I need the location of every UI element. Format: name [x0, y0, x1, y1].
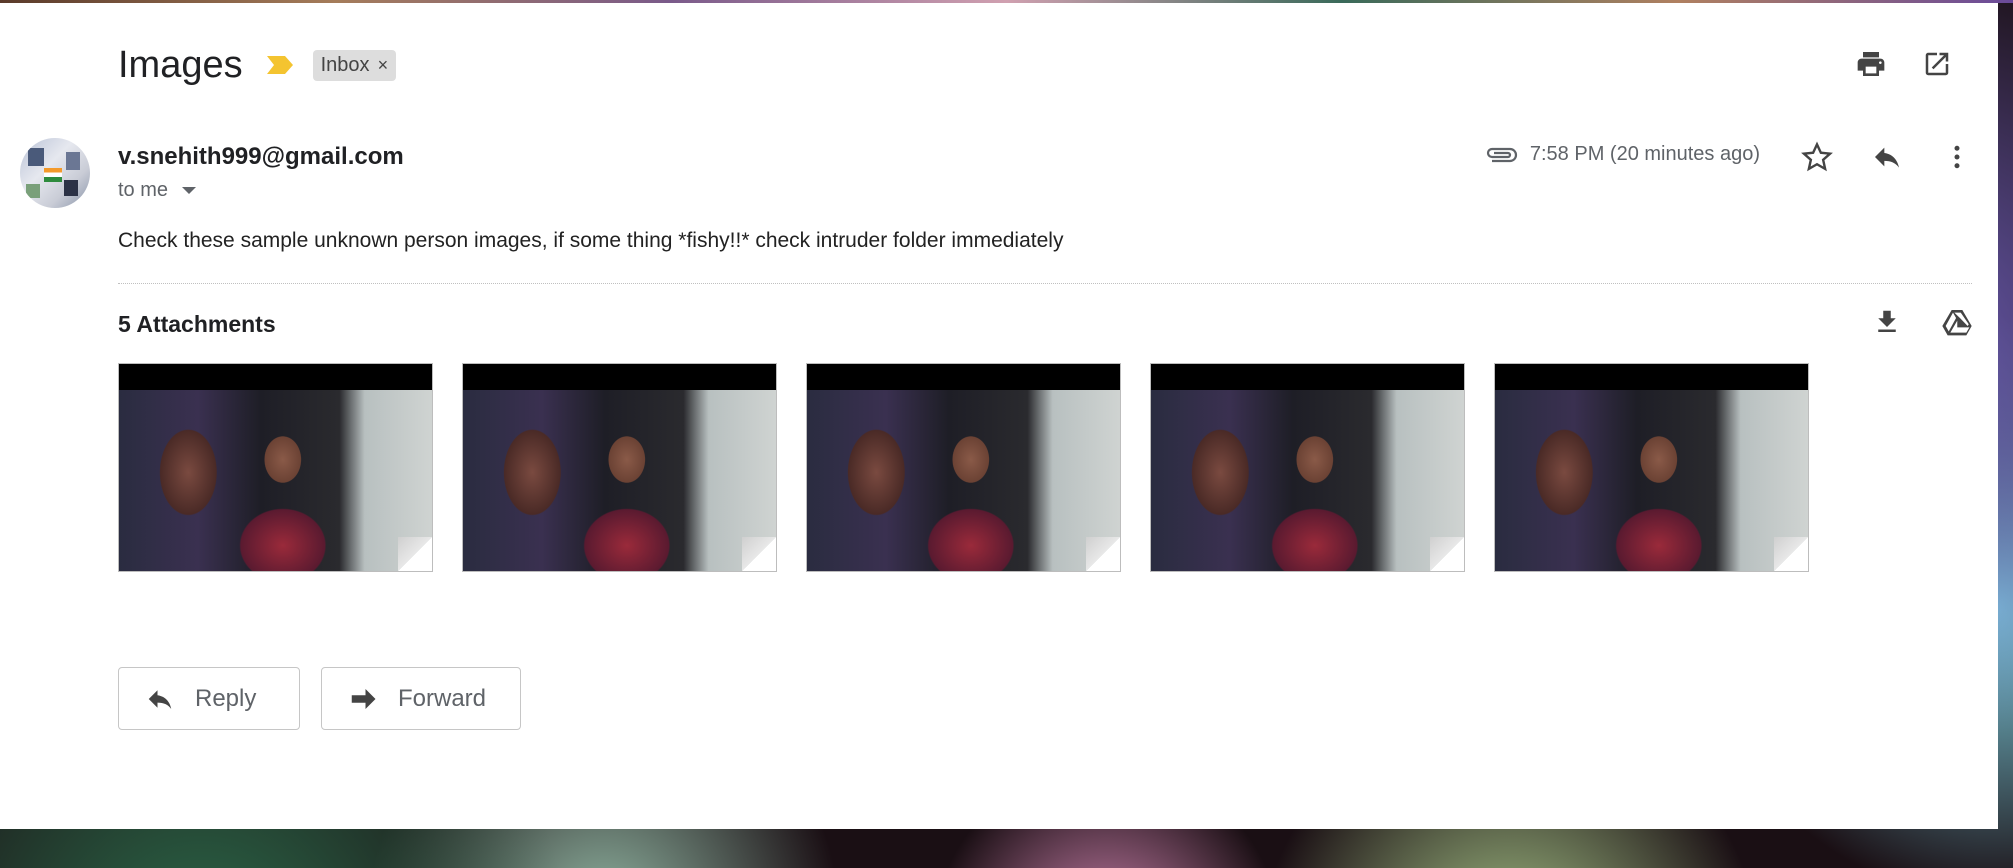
avatar-detail: [26, 184, 40, 198]
avatar-detail: [64, 180, 78, 196]
attachment-thumbnail[interactable]: [1494, 363, 1809, 572]
star-icon: [1801, 141, 1833, 172]
attachment-thumbnail[interactable]: [1150, 363, 1465, 572]
email-view-panel: Images Inbox × v.snehith999@gmail.com to…: [0, 3, 1998, 829]
forward-button[interactable]: Forward: [321, 667, 521, 730]
download-icon: [1878, 310, 1896, 332]
star-button[interactable]: [1800, 140, 1834, 174]
recipient-row[interactable]: to me: [118, 179, 197, 202]
attachment-thumbnail[interactable]: [462, 363, 777, 572]
sender-email[interactable]: v.snehith999@gmail.com: [118, 143, 404, 171]
label-chip-text: Inbox: [320, 53, 370, 76]
reply-icon: [148, 689, 172, 709]
sender-avatar[interactable]: [20, 138, 90, 208]
paperclip-icon: [1486, 147, 1517, 162]
message-time: 7:58 PM (20 minutes ago): [1529, 143, 1760, 165]
save-to-drive-button[interactable]: [1940, 305, 1974, 339]
attachment-thumbnail[interactable]: [118, 363, 433, 572]
subject-row: Images Inbox ×: [118, 41, 397, 89]
forward-icon: [351, 688, 376, 709]
more-vert-icon: [1954, 145, 1960, 169]
attachment-thumbnail[interactable]: [806, 363, 1121, 572]
reply-button[interactable]: Reply: [118, 667, 300, 730]
page-curl-fold: [398, 537, 432, 571]
page-curl-fold: [742, 537, 776, 571]
page-curl-fold: [1086, 537, 1120, 571]
open-in-new-window-icon: [1925, 52, 1949, 76]
attachments-title: 5 Attachments: [118, 311, 276, 337]
email-subject: Images: [118, 43, 243, 86]
attachment-thumbnails: [118, 363, 1809, 572]
page-curl-fold: [1774, 537, 1808, 571]
forward-label: Forward: [398, 684, 487, 712]
attachments-divider: [118, 283, 1972, 284]
avatar-detail: [28, 148, 44, 166]
message-meta: 7:58 PM (20 minutes ago): [1484, 143, 1760, 166]
recipient-text: to me: [118, 179, 169, 201]
avatar-detail: [66, 152, 80, 170]
attachment-image: [807, 390, 1120, 571]
remove-label-icon[interactable]: ×: [378, 55, 389, 76]
reply-actions: Reply Forward: [118, 667, 521, 730]
email-body: Check these sample unknown person images…: [118, 229, 1064, 252]
importance-marker-icon[interactable]: [265, 54, 295, 76]
attachments-actions: [1870, 305, 1974, 339]
more-options-button[interactable]: [1940, 140, 1974, 174]
reply-label: Reply: [195, 684, 257, 712]
attachment-image: [1151, 390, 1464, 571]
chevron-down-icon[interactable]: [182, 187, 197, 194]
google-drive-icon: [1942, 310, 1972, 336]
reply-icon: [1875, 147, 1899, 168]
inbox-label-chip: Inbox ×: [312, 49, 397, 81]
attachment-image: [119, 390, 432, 571]
print-button[interactable]: [1854, 47, 1888, 81]
attachment-image: [463, 390, 776, 571]
print-icon: [1857, 52, 1885, 76]
reply-button[interactable]: [1870, 140, 1904, 174]
download-all-button[interactable]: [1870, 305, 1904, 339]
message-actions: [1800, 140, 1974, 174]
open-in-new-window-button[interactable]: [1920, 47, 1954, 81]
page-curl-fold: [1430, 537, 1464, 571]
avatar-flag: [44, 168, 62, 182]
attachment-image: [1495, 390, 1808, 571]
thread-actions: [1854, 47, 1954, 81]
